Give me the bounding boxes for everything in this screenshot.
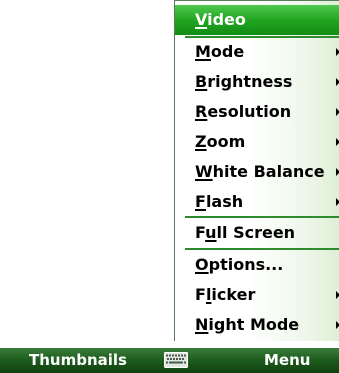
menu-item-label: White Balance bbox=[195, 162, 325, 181]
menu-item-label: Video bbox=[195, 10, 246, 29]
menu-item-label: Resolution bbox=[195, 102, 292, 121]
menu-item-zoom[interactable]: Zoom bbox=[175, 127, 339, 157]
menu-item-label: Flicker bbox=[195, 285, 256, 304]
menu-item-flicker[interactable]: Flicker bbox=[175, 280, 339, 310]
keyboard-icon[interactable] bbox=[164, 352, 188, 368]
context-menu: Video Mode Brightness Resolution Zoom Wh… bbox=[174, 0, 339, 341]
menu-item-video[interactable]: Video bbox=[175, 5, 339, 35]
menu-item-label: Brightness bbox=[195, 72, 293, 91]
screen: Video Mode Brightness Resolution Zoom Wh… bbox=[0, 0, 339, 373]
menu-item-night-mode[interactable]: Night Mode bbox=[175, 310, 339, 340]
menu-item-full-screen[interactable]: Full Screen bbox=[175, 218, 339, 248]
menu-item-resolution[interactable]: Resolution bbox=[175, 97, 339, 127]
menu-item-flash[interactable]: Flash bbox=[175, 187, 339, 217]
menu-item-label: Zoom bbox=[195, 132, 246, 151]
menu-item-white-balance[interactable]: White Balance bbox=[175, 157, 339, 187]
softkey-bar: Thumbnails Menu bbox=[0, 348, 339, 373]
menu-item-brightness[interactable]: Brightness bbox=[175, 67, 339, 97]
menu-item-options[interactable]: Options... bbox=[175, 250, 339, 280]
menu-item-label: Options... bbox=[195, 255, 284, 274]
menu-item-label: Night Mode bbox=[195, 315, 300, 334]
menu-item-label: Mode bbox=[195, 42, 245, 61]
menu-item-label: Flash bbox=[195, 192, 244, 211]
right-softkey-menu[interactable]: Menu bbox=[264, 348, 310, 373]
menu-item-mode[interactable]: Mode bbox=[175, 37, 339, 67]
menu-item-label: Full Screen bbox=[195, 223, 296, 242]
left-softkey-thumbnails[interactable]: Thumbnails bbox=[29, 348, 127, 373]
